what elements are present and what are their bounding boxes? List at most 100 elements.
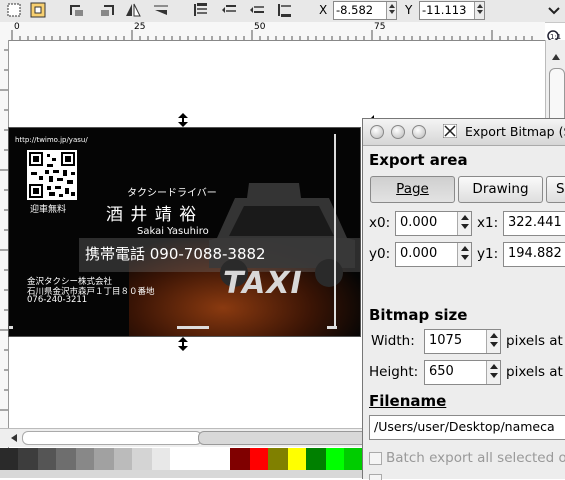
palette-swatch[interactable] bbox=[170, 448, 230, 470]
palette-swatch[interactable] bbox=[0, 448, 18, 470]
ruler-mark-50: 50 bbox=[254, 22, 266, 32]
lower-icon[interactable] bbox=[248, 2, 266, 18]
y0-label: y0: bbox=[369, 246, 391, 262]
width-input[interactable]: 1075 bbox=[424, 329, 501, 354]
select-all-icon[interactable] bbox=[6, 2, 24, 18]
palette-swatch[interactable] bbox=[326, 448, 344, 470]
scroll-up-icon[interactable] bbox=[549, 50, 563, 64]
palette-swatch[interactable] bbox=[268, 448, 288, 470]
top-toolbar: X -8.582 Y -11.113 bbox=[0, 0, 565, 23]
y-value: -11.113 bbox=[422, 3, 467, 17]
flip-horizontal-icon[interactable] bbox=[124, 2, 142, 18]
export-bitmap-dialog: Export Bitmap (S Export area Page Drawin… bbox=[362, 118, 565, 480]
frame-line-left bbox=[9, 326, 13, 329]
palette-swatch[interactable] bbox=[306, 448, 326, 470]
width-pixels-at: pixels at bbox=[506, 333, 563, 349]
dialog-titlebar[interactable]: Export Bitmap (S bbox=[363, 119, 565, 146]
palette-swatch[interactable] bbox=[94, 448, 114, 470]
width-label: Width: bbox=[371, 333, 415, 349]
filename-input[interactable]: /Users/user/Desktop/nameca bbox=[369, 415, 565, 440]
x0-value: 0.000 bbox=[400, 215, 438, 230]
window-close-button[interactable] bbox=[370, 125, 384, 139]
tab-selection-label: S bbox=[556, 181, 565, 197]
company-tel: 076-240-3211 bbox=[27, 295, 88, 305]
x1-input[interactable]: 322.441 bbox=[503, 211, 565, 236]
y-spin-arrows[interactable] bbox=[474, 2, 484, 19]
y-label: Y bbox=[405, 3, 413, 17]
card-url: http://twimo.jp/yasu/ bbox=[15, 136, 88, 144]
name-kanji: 酒 井 靖 裕 bbox=[106, 205, 198, 225]
chevron-down-icon[interactable] bbox=[548, 5, 560, 19]
width-value: 1075 bbox=[429, 333, 463, 348]
palette-swatch[interactable] bbox=[344, 448, 362, 470]
filename-heading: Filename bbox=[369, 392, 447, 410]
y-input[interactable]: -11.113 bbox=[419, 1, 485, 20]
rotate-ccw-icon[interactable] bbox=[68, 2, 86, 18]
palette-swatch[interactable] bbox=[38, 448, 56, 470]
palette-swatch[interactable] bbox=[18, 448, 38, 470]
width-spin-arrows[interactable] bbox=[486, 330, 500, 353]
y1-label: y1: bbox=[477, 246, 499, 262]
x1-value: 322.441 bbox=[508, 215, 562, 230]
x-label: X bbox=[319, 3, 328, 17]
tab-page[interactable]: Page bbox=[370, 176, 455, 203]
palette-swatch[interactable] bbox=[288, 448, 306, 470]
rotate-cw-icon[interactable] bbox=[98, 2, 116, 18]
height-pixels-at: pixels at bbox=[506, 364, 563, 380]
palette-swatch[interactable] bbox=[56, 448, 76, 470]
job-title: タクシードライバー bbox=[127, 188, 217, 199]
frame-line-corner bbox=[327, 326, 337, 329]
height-spin-arrows[interactable] bbox=[486, 361, 500, 384]
y0-input[interactable]: 0.000 bbox=[395, 242, 472, 267]
lower-to-bottom-icon[interactable] bbox=[276, 2, 294, 18]
palette-swatch[interactable] bbox=[76, 448, 94, 470]
height-input[interactable]: 650 bbox=[424, 360, 501, 385]
tab-selection[interactable]: S bbox=[546, 176, 565, 203]
y0-spin-arrows[interactable] bbox=[457, 243, 471, 266]
flip-vertical-icon[interactable] bbox=[152, 2, 170, 18]
dialog-title: Export Bitmap (S bbox=[465, 124, 565, 139]
tab-drawing-label: Drawing bbox=[472, 181, 529, 197]
x11-app-icon bbox=[442, 123, 458, 139]
x0-spin-arrows[interactable] bbox=[457, 212, 471, 235]
qr-code-icon bbox=[27, 150, 77, 200]
window-maximize-button[interactable] bbox=[412, 125, 426, 139]
ruler-mark-0: 0 bbox=[14, 22, 20, 32]
raise-to-top-icon[interactable] bbox=[192, 2, 210, 18]
name-romaji: Sakai Yasuhiro bbox=[137, 226, 209, 237]
ruler-mark-25: 25 bbox=[134, 22, 146, 32]
ruler-mark-75: 75 bbox=[374, 22, 386, 32]
tab-page-label: Page bbox=[396, 181, 429, 197]
height-label: Height: bbox=[369, 364, 419, 380]
palette-swatch[interactable] bbox=[132, 448, 152, 470]
batch-export-checkbox[interactable] bbox=[369, 452, 382, 465]
y1-input[interactable]: 194.882 bbox=[503, 242, 565, 267]
palette-swatch[interactable] bbox=[152, 448, 170, 470]
taxi-sign: TAXI bbox=[223, 266, 303, 301]
tab-drawing[interactable]: Drawing bbox=[458, 176, 543, 203]
y1-value: 194.882 bbox=[508, 246, 562, 261]
window-minimize-button[interactable] bbox=[391, 125, 405, 139]
horizontal-scroll-thumb[interactable] bbox=[198, 431, 370, 445]
palette-swatch[interactable] bbox=[230, 448, 250, 470]
x1-label: x1: bbox=[477, 215, 499, 231]
business-card[interactable]: TAXI http://twimo.jp/yasu/ 迎車無料 タクシードライバ… bbox=[8, 127, 361, 337]
vertical-scrollbar[interactable] bbox=[545, 40, 565, 128]
select-in-all-layers-icon[interactable] bbox=[30, 2, 48, 18]
mobile-phone: 携帯電話 090-7088-3882 bbox=[85, 245, 266, 263]
raise-icon[interactable] bbox=[220, 2, 238, 18]
palette-swatch[interactable] bbox=[250, 448, 268, 470]
horizontal-scrollbar[interactable] bbox=[0, 428, 370, 447]
bitmap-size-heading: Bitmap size bbox=[369, 306, 468, 324]
scale-handle-bottom-icon[interactable] bbox=[177, 337, 189, 354]
palette-swatch[interactable] bbox=[114, 448, 132, 470]
x-input[interactable]: -8.582 bbox=[333, 1, 397, 20]
x-spin-arrows[interactable] bbox=[386, 2, 396, 19]
scroll-left-icon[interactable] bbox=[8, 432, 20, 447]
color-palette bbox=[0, 448, 362, 470]
frame-line-bottom bbox=[177, 326, 209, 329]
x0-input[interactable]: 0.000 bbox=[395, 211, 472, 236]
x0-label: x0: bbox=[369, 215, 391, 231]
hide-all-checkbox[interactable] bbox=[369, 474, 382, 480]
status-bar bbox=[0, 470, 362, 478]
